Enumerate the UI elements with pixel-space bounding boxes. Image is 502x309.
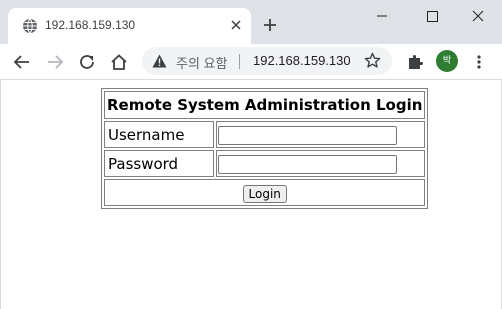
submit-cell: Login	[104, 179, 426, 206]
close-icon[interactable]	[230, 19, 242, 31]
home-icon[interactable]	[110, 53, 128, 71]
password-cell	[216, 150, 426, 177]
address-url[interactable]: 192.168.159.130	[253, 53, 353, 68]
window-border-left	[0, 80, 1, 309]
star-icon[interactable]	[364, 52, 381, 69]
browser-toolbar: 주의 요함 192.168.159.130 박	[0, 44, 502, 80]
username-field[interactable]	[218, 125, 397, 145]
minimize-icon[interactable]	[373, 8, 391, 24]
login-form: Remote System Administration Login Usern…	[101, 88, 429, 209]
kebab-menu-icon[interactable]	[470, 53, 488, 71]
plus-icon[interactable]	[262, 17, 278, 33]
username-label: Username	[104, 121, 214, 148]
globe-icon	[23, 18, 37, 34]
password-label: Password	[104, 150, 214, 177]
username-cell	[216, 121, 426, 148]
omnibox-divider	[239, 54, 240, 69]
puzzle-icon[interactable]	[406, 53, 424, 71]
tab-strip: 192.168.159.130	[0, 0, 502, 44]
close-icon[interactable]	[469, 8, 487, 24]
browser-tab[interactable]: 192.168.159.130	[8, 8, 251, 44]
login-button[interactable]: Login	[242, 184, 287, 203]
forward-arrow-icon[interactable]	[46, 53, 64, 71]
back-arrow-icon[interactable]	[13, 53, 31, 71]
maximize-icon[interactable]	[423, 8, 441, 24]
login-title: Remote System Administration Login	[104, 91, 426, 119]
reload-icon[interactable]	[78, 53, 96, 71]
tab-title: 192.168.159.130	[45, 18, 136, 32]
warning-triangle-icon[interactable]	[152, 54, 167, 68]
security-label[interactable]: 주의 요함	[176, 53, 227, 72]
address-bar[interactable]: 주의 요함 192.168.159.130	[142, 47, 392, 75]
avatar[interactable]: 박	[436, 50, 458, 72]
password-field[interactable]	[218, 154, 397, 174]
